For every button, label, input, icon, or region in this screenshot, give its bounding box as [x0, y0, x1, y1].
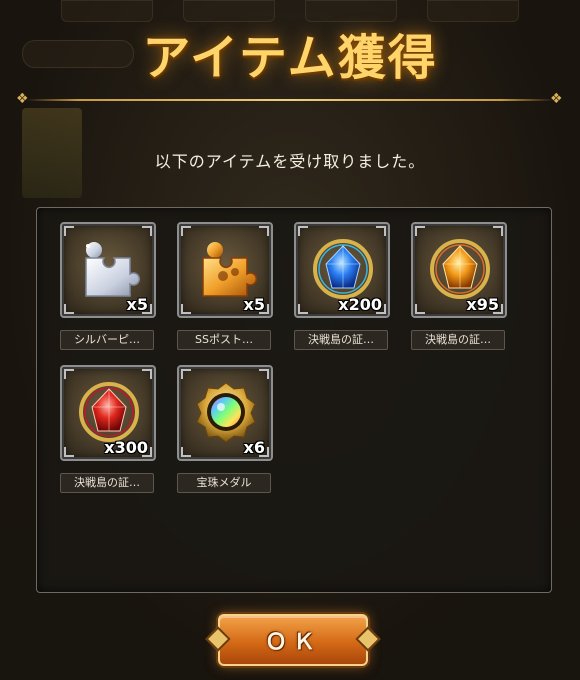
item-frame: x5	[60, 222, 156, 318]
item-quantity: x6	[243, 438, 265, 457]
item-name: 宝珠メダル	[177, 473, 271, 493]
ok-button[interactable]: ＯＫ	[218, 614, 368, 666]
item-name: シルバーピ…	[60, 330, 154, 350]
dialog-message: 以下のアイテムを受け取りました。	[154, 152, 426, 171]
item-frame: x6	[177, 365, 273, 461]
item-quantity: x95	[466, 295, 499, 314]
dialog-header: アイテム獲得	[0, 18, 580, 88]
item-name: 決戦島の証…	[60, 473, 154, 493]
ornament-icon: ❖	[550, 91, 563, 107]
item-quantity: x300	[104, 438, 148, 457]
blue-crystal-emblem-icon	[313, 239, 373, 299]
silver-puzzle-piece-icon	[85, 242, 140, 297]
item-name: 決戦島の証…	[294, 330, 388, 350]
red-crystal-emblem-icon	[79, 382, 139, 442]
items-panel: x5 シルバーピ… x5 SSポスト… x200 決戦島の証… x95 決戦島の…	[36, 207, 552, 593]
dialog-title: アイテム獲得	[142, 30, 438, 86]
item-frame: x200	[294, 222, 390, 318]
item-frame: x95	[411, 222, 507, 318]
divider-bar	[26, 99, 554, 101]
item-name: SSポスト…	[177, 330, 271, 350]
title-divider: ❖ ❖	[16, 91, 564, 107]
ornament-icon: ❖	[16, 91, 29, 107]
orange-puzzle-piece-icon	[202, 242, 257, 297]
item-frame: x5	[177, 222, 273, 318]
ok-button-label: ＯＫ	[264, 629, 321, 655]
item-name: 決戦島の証…	[411, 330, 505, 350]
orange-crystal-emblem-icon	[430, 239, 490, 299]
item-frame: x300	[60, 365, 156, 461]
item-quantity: x5	[126, 295, 148, 314]
rainbow-orb-medal-icon	[196, 382, 256, 443]
item-quantity: x200	[338, 295, 382, 314]
item-quantity: x5	[243, 295, 265, 314]
